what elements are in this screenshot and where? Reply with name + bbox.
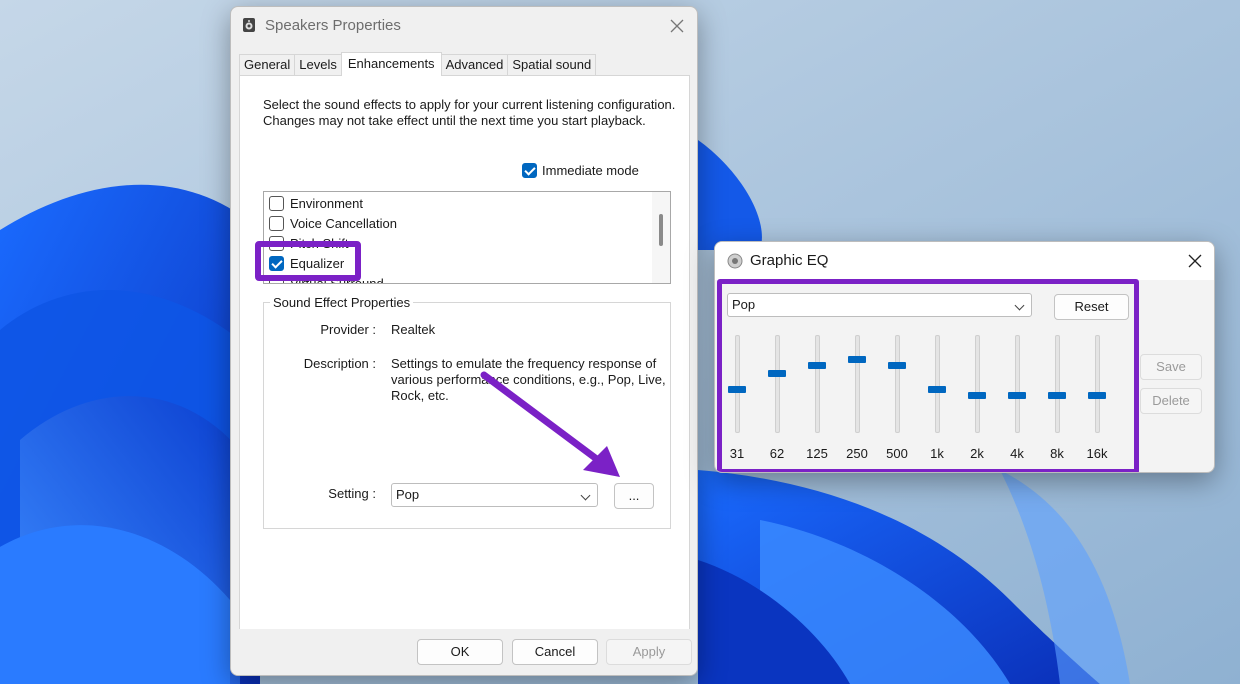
checkbox-icon[interactable] [269,235,284,251]
tab-general[interactable]: General [239,54,296,75]
dialog-button-bar: OK Cancel Apply [231,629,697,675]
scrollbar-thumb[interactable] [659,214,663,246]
speakers-properties-window: Speakers Properties General Levels Enhan… [230,6,698,676]
title-bar[interactable]: Graphic EQ [715,242,1214,280]
eq-band-label: 31 [729,446,745,461]
enhancements-panel: Select the sound effects to apply for yo… [239,75,690,630]
close-icon [670,19,684,33]
eq-slider-thumb[interactable] [888,362,906,369]
eq-band-label: 62 [769,446,785,461]
eq-slider-thumb[interactable] [968,392,986,399]
eq-slider-thumb[interactable] [1088,392,1106,399]
eq-band-label: 16k [1086,446,1108,461]
reset-button[interactable]: Reset [1054,294,1129,320]
setting-dropdown[interactable]: Pop [391,483,598,507]
effects-list[interactable]: Environment Voice Cancellation Pitch Shi… [263,191,671,284]
tab-levels[interactable]: Levels [294,54,342,75]
sound-effect-properties-group: Sound Effect Properties Provider : Realt… [263,295,671,529]
scrollbar[interactable] [652,192,670,283]
eq-band-label: 2k [970,446,984,461]
more-settings-button[interactable]: ... [614,483,654,509]
eq-slider-track[interactable] [735,335,740,433]
effect-label: Pitch Shift [290,235,349,251]
eq-band-label: 8k [1050,446,1064,461]
ok-button[interactable]: OK [417,639,503,665]
setting-value: Pop [396,487,420,502]
instructions-text: Select the sound effects to apply for yo… [263,97,676,128]
effect-label: Virtual Surround [290,275,384,284]
speaker-icon [241,17,257,33]
tab-strip: General Levels Enhancements Advanced Spa… [239,52,597,76]
speaker-icon [727,253,743,269]
immediate-mode-checkbox[interactable]: Immediate mode [522,163,639,178]
tab-enhancements[interactable]: Enhancements [340,52,442,76]
tab-advanced[interactable]: Advanced [440,54,509,75]
group-title: Sound Effect Properties [270,295,414,310]
provider-label: Provider : [320,322,376,337]
description-label: Description : [303,356,376,371]
chevron-down-icon [580,490,591,501]
immediate-mode-label: Immediate mode [542,163,639,178]
checkbox-icon[interactable] [269,255,284,271]
eq-slider-thumb[interactable] [808,362,826,369]
eq-slider-thumb[interactable] [848,356,866,363]
eq-band-label: 250 [846,446,868,461]
eq-slider-track[interactable] [815,335,820,433]
eq-slider-track[interactable] [975,335,980,433]
eq-slider-track[interactable] [1015,335,1020,433]
setting-label: Setting : [328,486,376,501]
save-button[interactable]: Save [1140,354,1202,380]
preset-value: Pop [732,297,756,312]
close-icon [1188,254,1202,268]
eq-slider-thumb[interactable] [928,386,946,393]
effect-label: Voice Cancellation [290,215,397,231]
list-item[interactable]: Environment [269,193,363,213]
eq-band-label: 1k [930,446,944,461]
provider-value: Realtek [391,322,436,337]
effect-label: Environment [290,195,363,211]
list-item[interactable]: Voice Cancellation [269,213,397,233]
cancel-button[interactable]: Cancel [512,639,598,665]
eq-slider-thumb[interactable] [728,386,746,393]
eq-slider-track[interactable] [895,335,900,433]
window-title: Graphic EQ [750,252,829,269]
eq-slider-track[interactable] [1095,335,1100,433]
tab-spatial-sound[interactable]: Spatial sound [507,54,597,75]
eq-slider-track[interactable] [1055,335,1060,433]
checkbox-icon[interactable] [269,215,284,231]
eq-slider-thumb[interactable] [1008,392,1026,399]
checkbox-icon[interactable] [269,275,284,283]
apply-button[interactable]: Apply [606,639,692,665]
eq-slider-track[interactable] [935,335,940,433]
close-button[interactable] [1180,246,1210,276]
eq-slider-thumb[interactable] [768,370,786,377]
delete-button[interactable]: Delete [1140,388,1202,414]
eq-slider-track[interactable] [775,335,780,433]
close-button[interactable] [662,11,692,41]
eq-band-label: 125 [806,446,828,461]
effect-label: Equalizer [290,255,345,271]
eq-band-label: 500 [886,446,908,461]
preset-dropdown[interactable]: Pop [727,293,1032,317]
eq-slider-thumb[interactable] [1048,392,1066,399]
checkbox-icon[interactable] [522,163,537,178]
chevron-down-icon [1014,300,1025,311]
window-title: Speakers Properties [265,17,401,34]
checkbox-icon[interactable] [269,195,284,211]
eq-band-label: 4k [1010,446,1024,461]
title-bar[interactable]: Speakers Properties [231,7,697,49]
list-item[interactable]: Virtual Surround [269,273,384,284]
description-value: Settings to emulate the frequency respon… [391,356,666,403]
list-item-equalizer[interactable]: Equalizer [269,253,344,273]
eq-slider-track[interactable] [855,335,860,433]
list-item[interactable]: Pitch Shift [269,233,349,253]
graphic-eq-window: Graphic EQ Pop Reset 31 62 125 250 500 1k 2k 4k… [714,241,1215,473]
